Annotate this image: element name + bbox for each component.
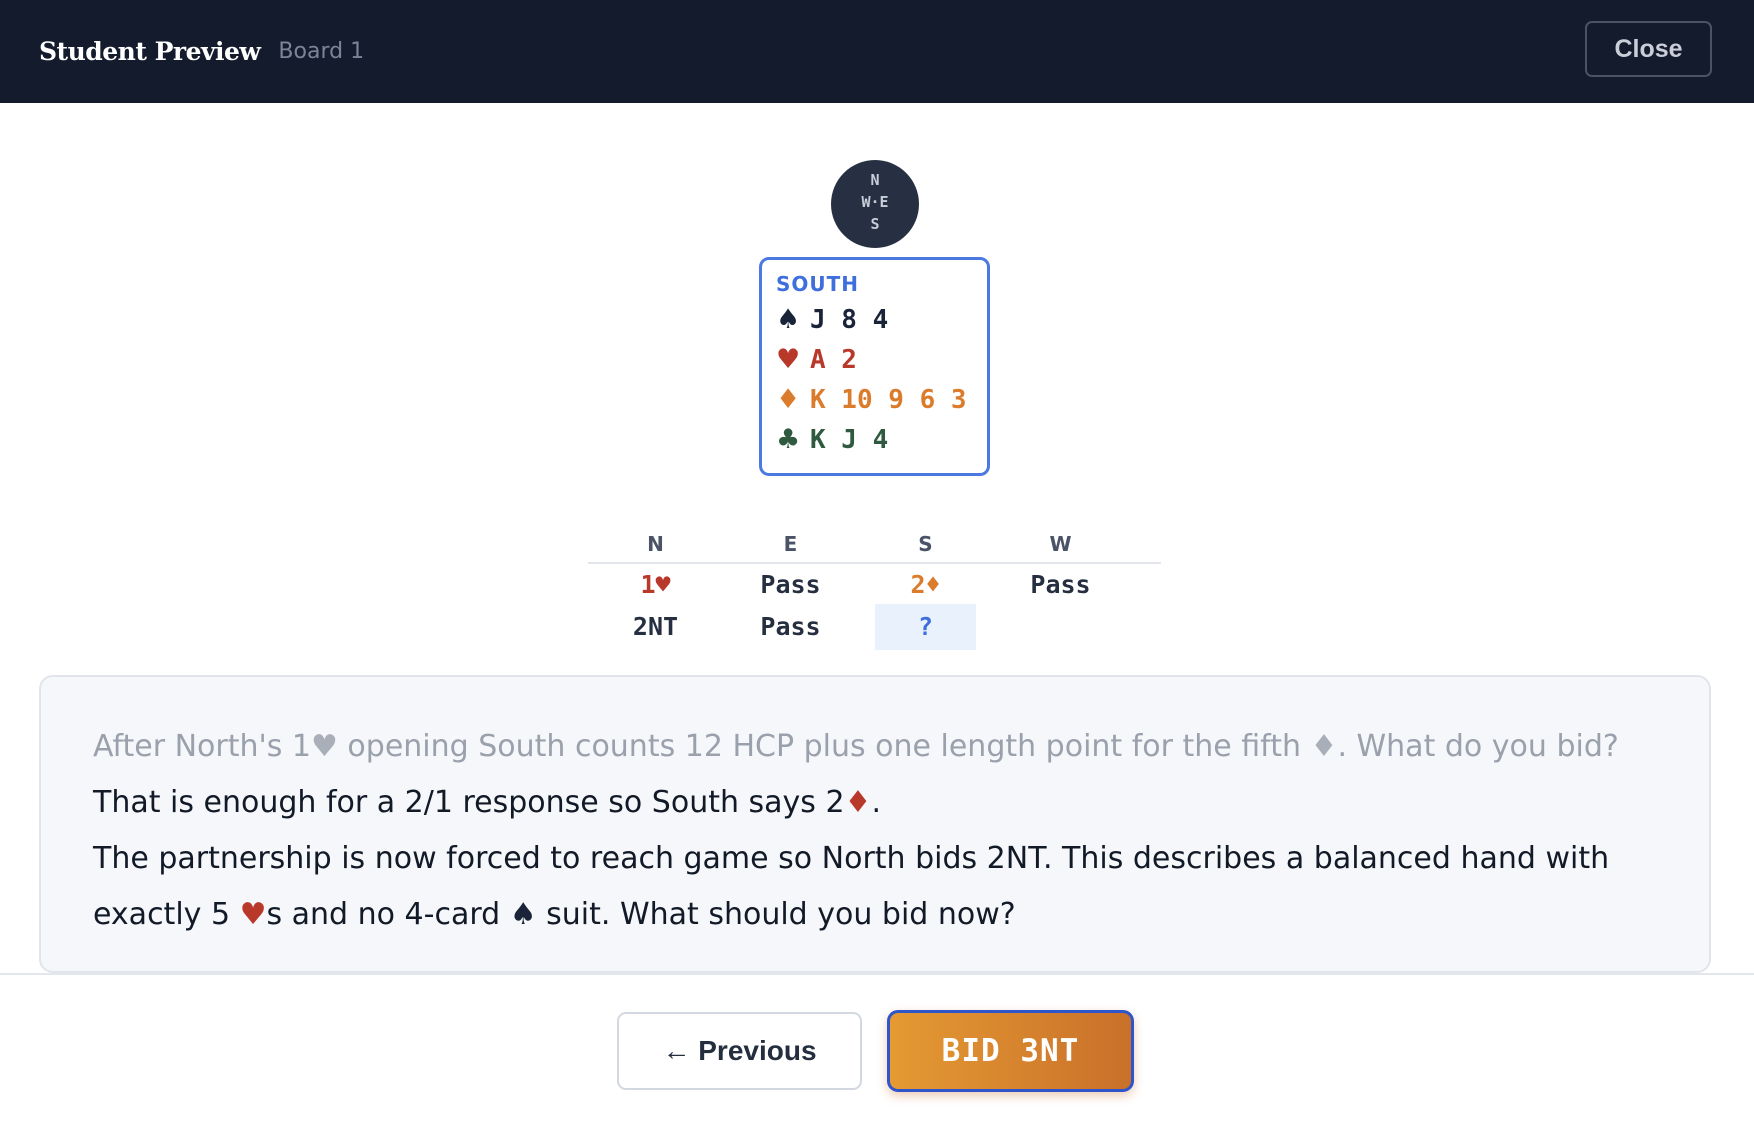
- auction-row: 1♥ Pass 2♦ Pass: [588, 564, 1161, 606]
- diamond-icon: ♦: [776, 384, 801, 415]
- compass-north: N: [870, 171, 880, 189]
- explanation-text: After North's 1: [93, 729, 311, 764]
- explanation-text: opening South counts 12 HCP plus one len…: [337, 729, 1311, 764]
- top-bar: Student Preview Board 1 Close: [0, 0, 1754, 103]
- explanation-line: The partnership is now forced to reach g…: [93, 831, 1659, 943]
- bid-button[interactable]: BID 3NT: [887, 1010, 1134, 1092]
- club-cards: K J 4: [810, 425, 889, 455]
- auction-header-west: W: [1049, 532, 1072, 556]
- auction-call: Pass: [760, 570, 821, 599]
- heart-cards: A 2: [810, 345, 857, 375]
- auction-call: Pass: [760, 612, 821, 641]
- explanation-text: suit. What should you bid now?: [536, 897, 1016, 932]
- explanation-previous-step: After North's 1♥ opening South counts 12…: [93, 719, 1659, 775]
- explanation-panel: After North's 1♥ opening South counts 12…: [39, 675, 1711, 973]
- compass-south: S: [870, 215, 880, 233]
- board-label: Board 1: [278, 39, 365, 64]
- page-title: Student Preview: [39, 37, 261, 66]
- hand-diamonds-row: ♦ K 10 9 6 3: [776, 380, 973, 420]
- diamond-cards: K 10 9 6 3: [810, 385, 967, 415]
- hand-spades-row: ♠ J 8 4: [776, 300, 973, 340]
- explanation-text: s and no 4-card: [266, 897, 510, 932]
- auction-header-east: E: [783, 532, 798, 556]
- spade-icon: ♠: [776, 304, 801, 335]
- auction-call: 1♥: [640, 570, 671, 599]
- footer-divider: [0, 973, 1754, 975]
- club-icon: ♣: [776, 424, 801, 455]
- auction-current-call: ?: [875, 604, 976, 650]
- explanation-text: .: [871, 785, 881, 820]
- auction-call: 2♦: [910, 570, 941, 599]
- auction-call: Pass: [1030, 570, 1091, 599]
- auction-header-south: S: [918, 532, 933, 556]
- spade-cards: J 8 4: [810, 305, 889, 335]
- hand-seat-label: SOUTH: [776, 272, 860, 296]
- auction-table: N E S W 1♥ Pass 2♦ Pass 2NT Pass ?: [588, 528, 1161, 650]
- close-button[interactable]: Close: [1585, 21, 1712, 77]
- auction-header-north: N: [647, 532, 664, 556]
- auction-call-empty: [993, 606, 1128, 648]
- auction-header: N E S W: [588, 528, 1161, 564]
- explanation-line: That is enough for a 2/1 response so Sou…: [93, 775, 1659, 831]
- auction-row: 2NT Pass ?: [588, 604, 1161, 650]
- south-hand-card: SOUTH ♠ J 8 4 ♥ A 2 ♦ K 10 9 6 3 ♣ K J 4: [759, 257, 990, 476]
- heart-icon: ♥: [310, 729, 338, 764]
- explanation-text: That is enough for a 2/1 response so Sou…: [93, 785, 845, 820]
- diamond-icon: ♦: [844, 785, 872, 820]
- hand-hearts-row: ♥ A 2: [776, 340, 973, 380]
- heart-icon: ♥: [239, 897, 267, 932]
- compass-icon: N W·E S: [831, 160, 919, 248]
- explanation-text: . What do you bid?: [1337, 729, 1619, 764]
- heart-icon: ♥: [776, 344, 801, 375]
- previous-button[interactable]: ← Previous: [617, 1012, 862, 1090]
- auction-call: 2NT: [632, 612, 679, 641]
- hand-clubs-row: ♣ K J 4: [776, 420, 973, 460]
- compass-west-east: W·E: [861, 193, 889, 211]
- diamond-icon: ♦: [1310, 729, 1338, 764]
- spade-icon: ♠: [509, 897, 537, 932]
